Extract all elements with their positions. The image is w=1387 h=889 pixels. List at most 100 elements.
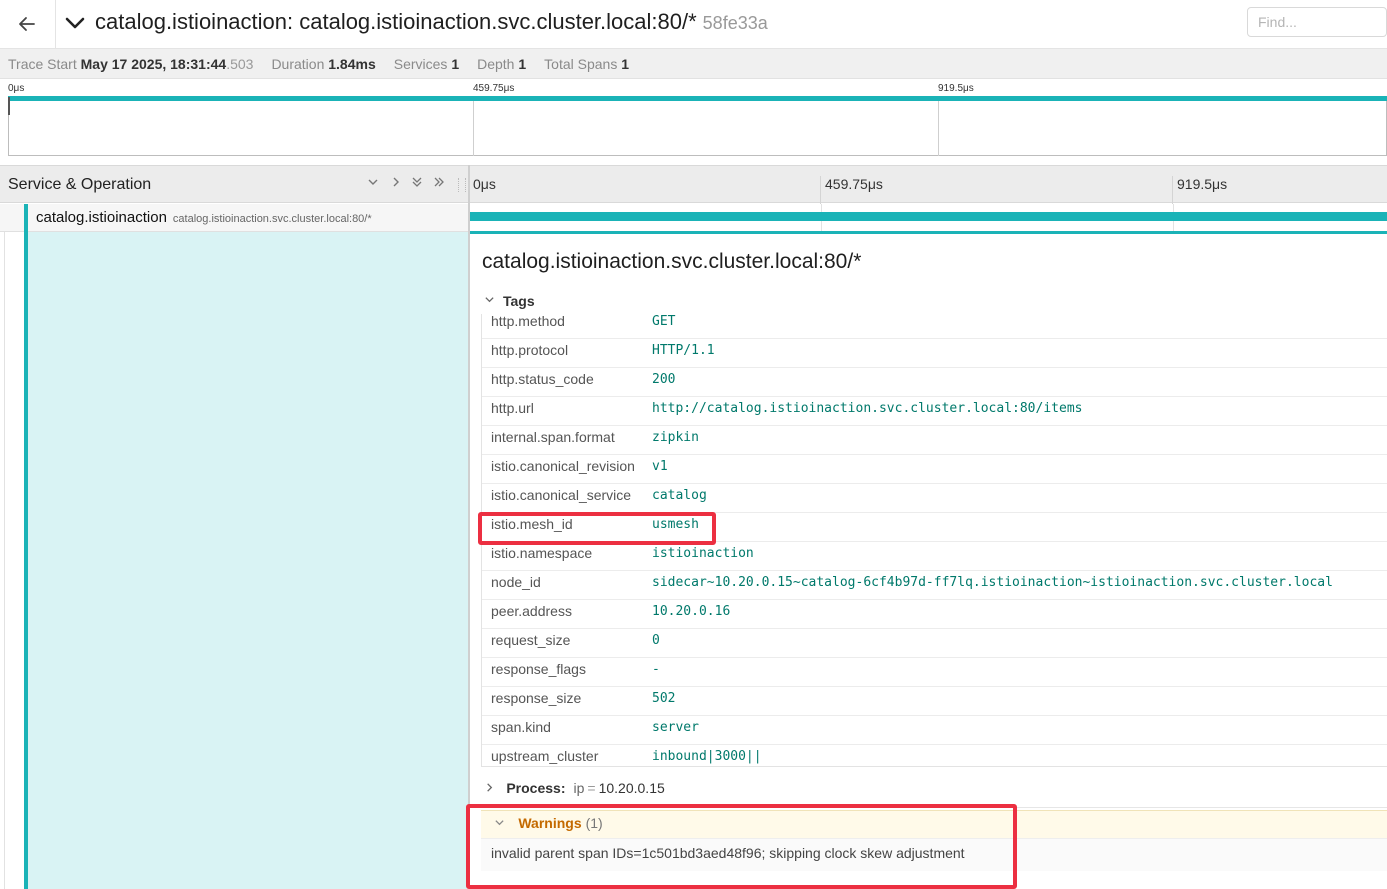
tag-row: http.url http://catalog.istioinaction.svc… [482, 396, 1387, 425]
summary-total-spans: Total Spans 1 [544, 56, 629, 72]
tag-row: response_flags - [482, 657, 1387, 686]
detail-accent-line [470, 231, 1387, 234]
chevron-down-icon [65, 17, 85, 29]
tag-row: http.protocol HTTP/1.1 [482, 338, 1387, 367]
span-duration-bar[interactable] [470, 212, 1387, 221]
trace-title: catalog.istioinaction: catalog.istioinac… [95, 9, 768, 35]
tag-value: inbound|3000|| [652, 749, 762, 764]
tag-value: http://catalog.istioinaction.svc.cluster… [652, 401, 1083, 416]
tag-key: http.method [491, 314, 565, 329]
tag-key: peer.address [491, 603, 572, 619]
header-divider [55, 0, 56, 48]
span-color-indicator [24, 204, 28, 889]
tag-row: response_size 502 [482, 686, 1387, 715]
arrow-left-icon [19, 17, 35, 31]
tags-toggle[interactable]: Tags [484, 293, 535, 309]
process-key: ip [573, 780, 585, 796]
tag-key: istio.canonical_service [491, 487, 632, 503]
tag-key: internal.span.format [491, 429, 615, 445]
tag-value: catalog [652, 488, 707, 503]
tag-row: upstream_cluster inbound|3000|| [482, 744, 1387, 766]
summary-trace-start: Trace Start May 17 2025, 18:31:44.503 [8, 56, 253, 72]
total-spans-value: 1 [621, 55, 630, 72]
expand-one-level-button[interactable] [390, 175, 402, 191]
tag-row: peer.address 10.20.0.16 [482, 599, 1387, 628]
chevron-down-icon [368, 179, 378, 185]
process-value: 10.20.0.15 [598, 780, 665, 796]
collapse-one-level-button[interactable] [367, 175, 379, 191]
pane-divider[interactable] [468, 165, 470, 805]
tag-value: 0 [652, 633, 660, 648]
trace-summary-bar: Trace Start May 17 2025, 18:31:44.503 Du… [0, 49, 1387, 79]
tag-key: span.kind [491, 719, 551, 735]
tag-value: v1 [652, 459, 668, 474]
double-chevron-right-icon [434, 177, 444, 187]
column-resizer[interactable] [458, 178, 466, 192]
tag-value: 502 [652, 691, 676, 706]
minimap-gridline [938, 101, 939, 156]
minimap-tick: 919.5μs [938, 83, 974, 94]
tag-key: upstream_cluster [491, 748, 599, 764]
tag-row: istio.canonical_service catalog [482, 483, 1387, 512]
trace-title-text: catalog.istioinaction: catalog.istioinac… [95, 9, 697, 34]
tag-row: http.method GET [482, 314, 1387, 338]
minimap-drag-handle[interactable] [8, 97, 10, 115]
tag-value: zipkin [652, 430, 699, 445]
tags-label: Tags [503, 293, 535, 309]
tag-key: http.status_code [491, 371, 594, 387]
tag-row: internal.span.format zipkin [482, 425, 1387, 454]
tag-key: http.url [491, 400, 534, 416]
tag-key: istio.namespace [491, 545, 593, 561]
service-operation-header: Service & Operation [0, 165, 469, 203]
chevron-down-icon [484, 294, 495, 308]
tag-value: 200 [652, 372, 676, 387]
tag-key: request_size [491, 632, 571, 648]
total-spans-label: Total Spans [544, 55, 618, 72]
trace-id: 58fe33a [702, 13, 768, 33]
tag-key: response_flags [491, 661, 586, 677]
summary-depth: Depth 1 [477, 56, 526, 72]
minimap-tick: 459.75μs [473, 83, 515, 94]
column-title: Service & Operation [8, 176, 152, 193]
tag-row: http.status_code 200 [482, 367, 1387, 396]
duration-value: 1.84ms [328, 55, 376, 72]
tag-row: istio.canonical_revision v1 [482, 454, 1387, 483]
chevron-right-icon [393, 177, 399, 187]
collapse-trace-button[interactable] [64, 12, 86, 39]
depth-label: Depth [477, 55, 515, 72]
tag-row: request_size 0 [482, 628, 1387, 657]
trace-start-label: Trace Start [8, 55, 77, 72]
back-button[interactable] [10, 10, 44, 38]
duration-label: Duration [271, 55, 325, 72]
depth-value: 1 [518, 55, 527, 72]
expand-all-button[interactable] [432, 175, 446, 192]
find-input[interactable] [1247, 7, 1387, 37]
tag-row: node_id sidecar~10.20.0.15~catalog-6cf4b9… [482, 570, 1387, 599]
summary-duration: Duration 1.84ms [271, 56, 375, 72]
highlight-annotation-mesh-id [478, 512, 716, 545]
process-label: Process: [506, 780, 566, 796]
tag-value: HTTP/1.1 [652, 343, 715, 358]
tag-value: - [652, 662, 660, 677]
services-value: 1 [451, 55, 460, 72]
tag-row: span.kind server [482, 715, 1387, 744]
tag-value: istioinaction [652, 546, 754, 561]
tag-key: http.protocol [491, 342, 569, 358]
minimap-tick: 0μs [8, 83, 25, 94]
summary-services: Services 1 [394, 56, 459, 72]
trace-start-value: May 17 2025, 18:31:44 [80, 55, 227, 72]
double-chevron-down-icon [412, 177, 422, 187]
collapse-all-button[interactable] [410, 175, 424, 192]
span-service-name: catalog.istioinaction [36, 209, 167, 226]
trace-start-ms: .503 [226, 55, 254, 72]
minimap-viewport[interactable] [8, 101, 1387, 156]
span-operation-name: catalog.istioinaction.svc.cluster.local:… [172, 213, 372, 225]
tag-value: 10.20.0.16 [652, 604, 731, 619]
span-name[interactable]: catalog.istioinaction catalog.istioinacti… [36, 209, 372, 226]
tag-value: server [652, 720, 699, 735]
tag-value: GET [652, 314, 676, 329]
chevron-right-icon [484, 782, 498, 796]
process-toggle[interactable]: Process: ip = 10.20.0.15 [484, 780, 665, 796]
process-equals: = [587, 780, 596, 796]
span-row[interactable]: catalog.istioinaction catalog.istioinacti… [0, 204, 469, 232]
